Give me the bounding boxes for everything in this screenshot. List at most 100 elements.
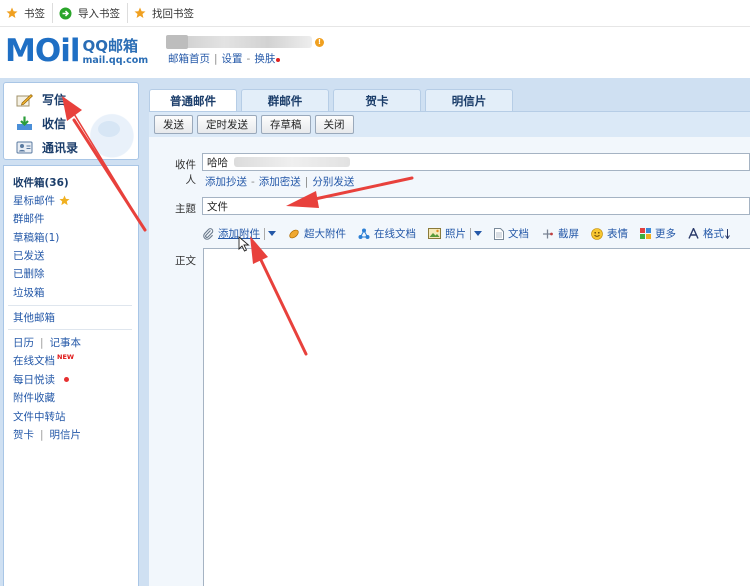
document-label: 文档 xyxy=(508,228,529,240)
add-cc-link[interactable]: 添加抄送 xyxy=(205,174,247,189)
large-attachment-button[interactable]: 超大附件 xyxy=(288,226,346,241)
folder-deleted[interactable]: 已删除 xyxy=(13,266,45,281)
mail-home-link[interactable]: 邮箱首页 xyxy=(168,51,210,66)
contacts-button[interactable]: 通讯录 xyxy=(16,139,78,156)
separate-send-link[interactable]: 分别发送 xyxy=(312,174,354,189)
recipient-field[interactable]: 哈哈 xyxy=(202,153,750,171)
body-editor[interactable] xyxy=(203,248,750,586)
bookmark-label: 书签 xyxy=(24,7,45,20)
separator: | xyxy=(40,428,44,441)
large-attachment-label: 超大附件 xyxy=(304,228,346,240)
daily-reading-link[interactable]: 每日悦读 xyxy=(13,372,69,387)
tab-group-mail[interactable]: 群邮件 xyxy=(241,89,329,111)
smiley-icon xyxy=(591,227,603,240)
qq-mail-logo[interactable]: MOil QQ邮箱 mail.qq.com xyxy=(5,36,148,67)
recover-bookmark-button[interactable]: 找回书签 xyxy=(127,3,201,23)
emoji-button[interactable]: 表情 xyxy=(591,226,628,241)
unread-dot xyxy=(64,377,69,382)
mouse-cursor-icon xyxy=(238,236,250,255)
separator: | xyxy=(304,175,309,188)
postcard-link[interactable]: 明信片 xyxy=(50,427,82,442)
bookmark-button[interactable]: 书签 xyxy=(4,3,52,23)
sidebar-actions: 写信 收信 通讯录 xyxy=(3,82,139,160)
folder-drafts[interactable]: 草稿箱(1) xyxy=(13,230,59,245)
alert-icon[interactable]: ! xyxy=(315,38,324,47)
format-label: 格式 xyxy=(703,228,724,240)
more-button[interactable]: 更多 xyxy=(640,226,676,241)
emoji-label: 表情 xyxy=(607,228,628,240)
star-icon xyxy=(6,7,18,19)
logo-mark: MOil xyxy=(5,33,80,69)
qq-mail-window: 书签 导入书签 找回书签 MOil QQ邮箱 mail.qq.com ! 邮箱首… xyxy=(0,0,750,586)
folder-sent[interactable]: 已发送 xyxy=(13,248,45,263)
close-button[interactable]: 关闭 xyxy=(314,115,354,134)
other-mailboxes[interactable]: 其他邮箱 xyxy=(13,310,55,325)
mail-header: MOil QQ邮箱 mail.qq.com ! 邮箱首页 | 设置 - 换肤 xyxy=(0,27,750,78)
compose-button[interactable]: 写信 xyxy=(16,91,66,108)
sidebar-divider xyxy=(8,305,132,306)
card-link[interactable]: 贺卡 xyxy=(13,427,34,442)
separator: - xyxy=(251,175,255,188)
card-postcard-row: 贺卡 | 明信片 xyxy=(13,427,81,442)
subject-field[interactable]: 文件 xyxy=(202,197,750,215)
star-icon xyxy=(59,195,70,206)
tab-greeting-card[interactable]: 贺卡 xyxy=(333,89,421,111)
document-icon xyxy=(494,227,504,240)
compose-tabs: 普通邮件 群邮件 贺卡 明信片 xyxy=(149,89,517,111)
body-label: 正文 xyxy=(175,255,196,267)
font-format-icon xyxy=(688,228,699,239)
more-label: 更多 xyxy=(655,228,676,240)
star-icon xyxy=(134,7,146,19)
online-docs-link[interactable]: 在线文档 NEW xyxy=(13,353,74,368)
save-draft-button[interactable]: 存草稿 xyxy=(261,115,311,134)
format-button[interactable]: 格式 xyxy=(688,226,730,241)
online-docs-label: 在线文档 xyxy=(13,355,55,367)
import-icon xyxy=(59,7,72,20)
chevron-down-icon[interactable] xyxy=(264,227,276,240)
grid-icon xyxy=(640,228,651,239)
tab-postcard[interactable]: 明信片 xyxy=(425,89,513,111)
import-bookmark-button[interactable]: 导入书签 xyxy=(52,3,127,23)
calendar-link[interactable]: 日历 xyxy=(13,335,34,350)
folder-group[interactable]: 群邮件 xyxy=(13,211,45,226)
add-bcc-link[interactable]: 添加密送 xyxy=(259,174,301,189)
sidebar-divider xyxy=(8,329,132,330)
receive-button[interactable]: 收信 xyxy=(16,115,66,132)
recipient-options: 添加抄送 - 添加密送 | 分别发送 xyxy=(205,174,354,189)
tab-normal-mail[interactable]: 普通邮件 xyxy=(149,89,237,111)
change-skin-link[interactable]: 换肤 xyxy=(254,51,275,66)
paperclip-icon xyxy=(203,227,214,240)
calendar-notepad-row: 日历 | 记事本 xyxy=(13,335,81,350)
attachment-toolbar: 添加附件 超大附件 在线文档 照片 文档 截屏 表情 更多 格式 xyxy=(203,225,742,242)
folder-starred[interactable]: 星标邮件 xyxy=(13,193,70,208)
contacts-label: 通讯录 xyxy=(42,141,79,155)
recipient-label: 收件人 xyxy=(175,159,196,186)
recover-bookmark-label: 找回书签 xyxy=(152,7,194,20)
screenshot-button[interactable]: 截屏 xyxy=(541,226,579,241)
send-button[interactable]: 发送 xyxy=(154,115,193,134)
chevron-down-icon[interactable] xyxy=(470,227,482,240)
pencil-icon xyxy=(16,93,33,107)
logo-product: QQ邮箱 xyxy=(82,37,138,55)
notepad-link[interactable]: 记事本 xyxy=(50,335,82,350)
scissors-icon xyxy=(541,228,554,240)
daily-reading-label: 每日悦读 xyxy=(13,374,55,386)
large-attachment-icon xyxy=(288,228,300,240)
settings-link[interactable]: 设置 xyxy=(222,51,243,66)
folder-inbox[interactable]: 收件箱(36) xyxy=(13,175,69,190)
compose-label: 写信 xyxy=(42,93,67,107)
schedule-send-button[interactable]: 定时发送 xyxy=(197,115,257,134)
attachment-favorites-link[interactable]: 附件收藏 xyxy=(13,390,55,405)
file-transfer-link[interactable]: 文件中转站 xyxy=(13,409,66,424)
photo-button[interactable]: 照片 xyxy=(428,226,482,241)
photo-label: 照片 xyxy=(445,228,466,240)
folder-spam[interactable]: 垃圾箱 xyxy=(13,285,45,300)
document-button[interactable]: 文档 xyxy=(494,226,529,241)
header-links: 邮箱首页 | 设置 - 换肤 xyxy=(168,51,281,66)
screenshot-label: 截屏 xyxy=(558,228,579,240)
online-doc-button[interactable]: 在线文档 xyxy=(358,226,416,241)
online-doc-icon xyxy=(358,228,370,240)
contacts-icon xyxy=(16,141,33,154)
logo-text: QQ邮箱 mail.qq.com xyxy=(82,38,148,67)
penguin-watermark xyxy=(80,105,138,159)
